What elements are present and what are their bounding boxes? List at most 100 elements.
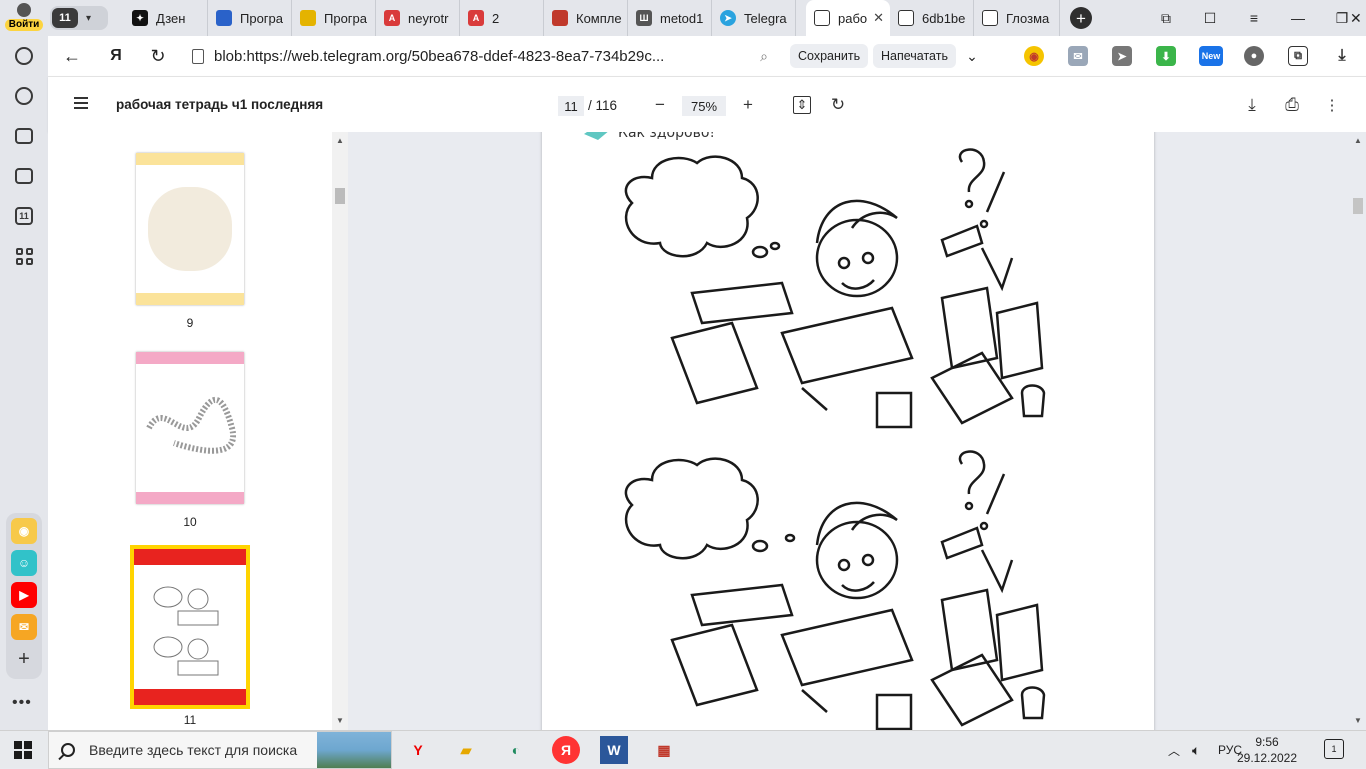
winrar-taskbar-icon[interactable]: ▦ [650,736,678,764]
scroll-up-icon[interactable]: ▲ [336,136,344,145]
edge-taskbar-icon[interactable]: ◐ [502,736,530,764]
clock[interactable]: 9:56 29.12.2022 [1232,734,1302,766]
tab-6db1be[interactable]: 6db1be [890,0,974,36]
tab-label: Програ [324,10,368,26]
download-icon[interactable]: ⤓ [1332,46,1352,66]
pdf-icon: A [468,10,484,26]
thumbnail-band [134,689,246,705]
more-options-icon[interactable]: ⋮ [1320,93,1344,117]
rotate-icon[interactable]: ↻ [826,93,850,117]
thumbnail-band [134,549,246,565]
file-explorer-taskbar-icon[interactable]: ▰ [452,736,480,764]
zoom-out-button[interactable]: − [648,93,672,117]
document-scrollbar[interactable]: ▲ ▼ [1350,132,1366,738]
tab-rabochaya-active[interactable]: рабо ✕ [806,0,890,36]
menu-icon[interactable]: ≡ [1232,0,1276,36]
volume-icon[interactable]: 🔈︎ [1192,731,1200,769]
extension-icon[interactable]: ◉ [1024,46,1044,66]
more-icon[interactable]: ••• [12,694,32,712]
tabs-manager-icon[interactable]: ⧉ [1144,0,1188,36]
yandex-button[interactable]: Я [104,44,128,68]
document-icon [192,48,204,64]
kids-app-icon[interactable]: ☺ [11,550,37,576]
tab-label: 6db1be [922,10,966,26]
services-grid-icon[interactable] [12,244,36,268]
play-icon[interactable] [12,84,36,108]
zoom-value-input[interactable]: 75% [682,96,726,116]
mail-icon[interactable]: ✉ [1068,46,1088,66]
yandex-taskbar-icon[interactable]: Я [552,736,580,764]
cursor-extension-icon[interactable]: ➤ [1112,46,1132,66]
download-extension-icon[interactable]: ⬇ [1156,46,1176,66]
save-button[interactable]: Сохранить [790,44,869,68]
thumbnail-band [136,153,244,165]
back-button[interactable]: ← [60,44,84,68]
thumbnails-scrollbar[interactable]: ▲ ▼ [332,132,348,738]
games-app-icon[interactable]: ◉ [11,518,37,544]
zoom-in-button[interactable]: + [736,93,760,117]
tab-counter-button[interactable]: 11 ▾ [50,6,108,30]
word-taskbar-icon[interactable]: W [600,736,628,764]
extensions-icon[interactable]: ⧉ [1288,46,1308,66]
windows-start-icon[interactable] [14,741,32,759]
search-highlight-image [317,732,391,768]
scroll-handle[interactable] [335,188,345,204]
search-icon[interactable]: ⌕ [752,44,776,68]
yandex-browser-taskbar-icon[interactable]: Y [404,736,432,764]
sidebar-toggle-icon[interactable] [74,97,88,109]
login-label[interactable]: Войти [4,19,44,31]
history-icon[interactable] [12,44,36,68]
tab-metod[interactable]: Ш metod1 [628,0,712,36]
thumbnail-page-9[interactable] [136,153,244,305]
tab-neyrotr[interactable]: A neyrotr [376,0,460,36]
bulb-icon[interactable]: ● [1244,46,1264,66]
tab-program-1[interactable]: Програ [208,0,292,36]
url-field[interactable]: blob:https://web.telegram.org/50bea678-d… [184,42,784,70]
show-hidden-icons[interactable]: ︿ [1168,731,1180,769]
thumbnail-number: 11 [183,713,197,727]
tab-dzen[interactable]: ✦ Дзен [124,0,208,36]
tab-komplekt[interactable]: Компле [544,0,628,36]
scroll-handle[interactable] [1353,198,1363,214]
maze-image [146,396,236,454]
scroll-up-icon[interactable]: ▲ [1354,136,1362,145]
notification-icon[interactable]: 1 [1324,739,1344,759]
download-icon[interactable]: ⤓ [1240,93,1264,117]
reload-button[interactable]: ↻ [146,44,170,68]
fit-page-icon[interactable]: ⇕ [790,93,814,117]
thumbnail-page-10[interactable] [136,352,244,504]
print-button[interactable]: Напечатать [873,44,956,68]
site-icon [552,10,568,26]
scroll-down-icon[interactable]: ▼ [336,716,344,725]
tab-label: neyrotr [408,10,449,26]
scroll-down-icon[interactable]: ▼ [1354,716,1362,725]
profile-button[interactable]: Войти [4,2,44,34]
print-icon[interactable]: ⎙ [1280,93,1304,117]
new-tab-button[interactable]: + [1070,7,1092,29]
minimize-button[interactable]: — [1276,0,1320,36]
tabs-count-icon[interactable]: 11 [12,204,36,228]
tab-label: Telegra [744,10,787,26]
camera-icon[interactable] [12,124,36,148]
close-tab-icon[interactable]: ✕ [873,10,884,26]
tab-glozma[interactable]: Глозма [974,0,1060,36]
tab-2[interactable]: A 2 [460,0,544,36]
page-caption: Как здорово! [618,132,715,141]
program-site-icon [216,10,232,26]
tab-label: metod1 [660,10,704,26]
collections-icon[interactable] [12,164,36,188]
add-app-icon[interactable]: + [11,646,37,672]
tab-label: Дзен [156,10,186,26]
document-icon [300,10,316,26]
thumbnail-page-11[interactable] [130,545,250,709]
tab-program-2[interactable]: Програ [292,0,376,36]
chevron-down-icon[interactable]: ⌄ [960,44,984,68]
taskbar-search-box[interactable]: Введите здесь текст для поиска [48,731,392,769]
document-icon [814,10,830,26]
new-extension-icon[interactable]: New [1199,46,1223,66]
bookmark-icon[interactable]: ☐ [1188,0,1232,36]
page-number-input[interactable]: 11 [558,96,584,116]
youtube-app-icon[interactable]: ▶ [11,582,37,608]
mail-app-icon[interactable]: ✉ [11,614,37,640]
tab-telegram[interactable]: ➤ Telegra [712,0,796,36]
